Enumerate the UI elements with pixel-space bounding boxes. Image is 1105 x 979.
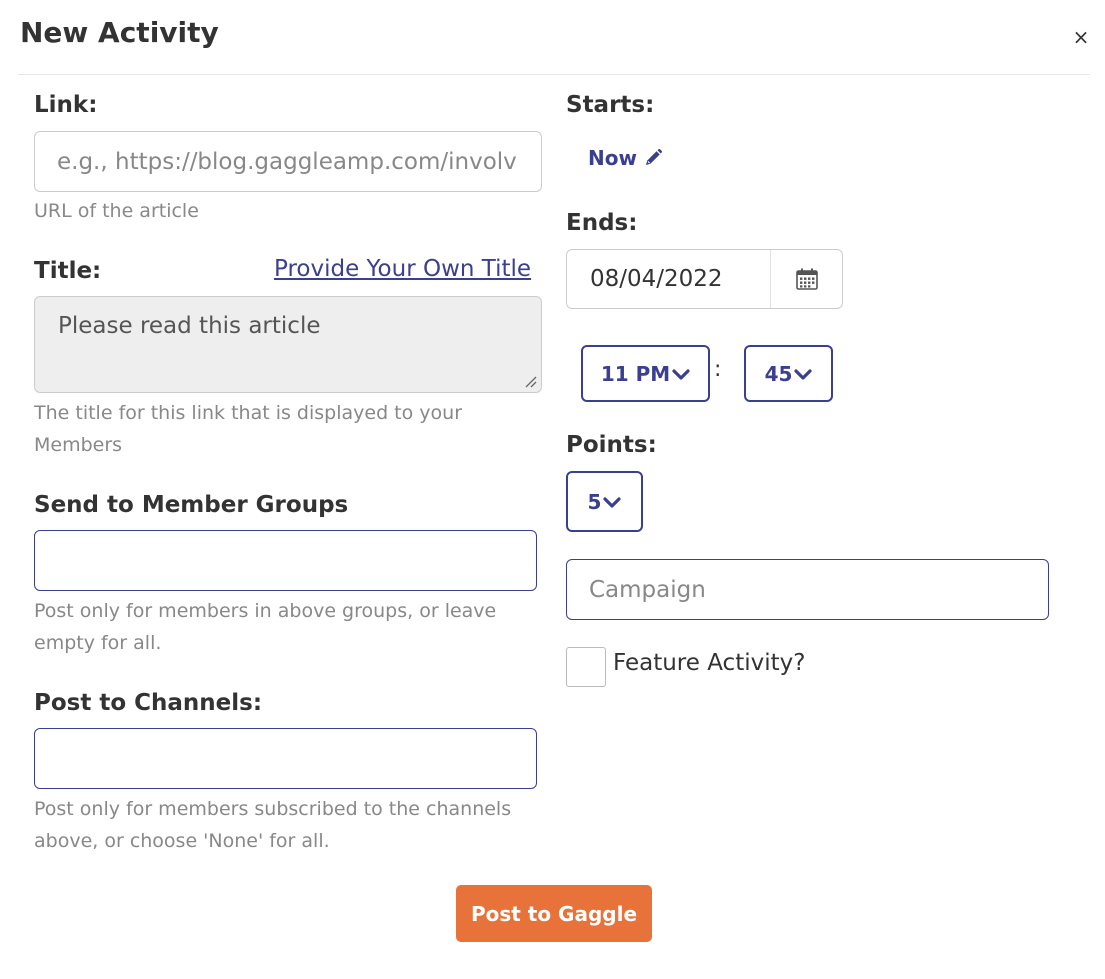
resize-grip-icon[interactable] bbox=[523, 374, 537, 388]
campaign-input[interactable] bbox=[566, 559, 1049, 620]
channels-help-text: Post only for members subscribed to the … bbox=[34, 798, 512, 852]
provide-own-title-link[interactable]: Provide Your Own Title bbox=[274, 256, 531, 282]
feature-activity-checkbox[interactable] bbox=[566, 647, 606, 687]
end-hour-value: 11 PM bbox=[600, 361, 671, 386]
points-label: Points: bbox=[566, 432, 657, 458]
title-textarea[interactable]: Please read this article bbox=[34, 296, 542, 393]
chevron-down-icon bbox=[672, 368, 690, 380]
title-label: Title: bbox=[34, 258, 102, 284]
end-date-picker: 08/04/2022 bbox=[566, 249, 843, 309]
end-minute-select[interactable]: 45 bbox=[744, 345, 833, 402]
chevron-down-icon bbox=[603, 496, 622, 508]
chevron-down-icon bbox=[794, 368, 813, 380]
channels-label: Post to Channels: bbox=[34, 690, 263, 716]
close-icon[interactable]: × bbox=[1068, 24, 1094, 50]
link-label: Link: bbox=[34, 92, 98, 118]
end-hour-select[interactable]: 11 PM bbox=[581, 345, 710, 402]
starts-value: Now bbox=[588, 146, 637, 170]
title-help-text: The title for this link that is displaye… bbox=[34, 402, 463, 456]
modal-title: New Activity bbox=[20, 16, 219, 49]
starts-now-link[interactable]: Now bbox=[588, 146, 663, 170]
end-date-input[interactable]: 08/04/2022 bbox=[567, 250, 771, 308]
channels-input[interactable] bbox=[34, 728, 537, 789]
member-groups-help-text: Post only for members in above groups, o… bbox=[34, 600, 497, 654]
pencil-icon bbox=[645, 148, 663, 165]
member-groups-input[interactable] bbox=[34, 530, 537, 591]
points-value: 5 bbox=[587, 489, 602, 514]
points-select[interactable]: 5 bbox=[566, 471, 643, 532]
title-value: Please read this article bbox=[58, 313, 321, 339]
ends-label: Ends: bbox=[566, 210, 638, 236]
post-to-gaggle-button[interactable]: Post to Gaggle bbox=[456, 885, 652, 942]
time-separator: : bbox=[714, 357, 722, 382]
link-help-text: URL of the article bbox=[34, 200, 199, 222]
header-divider bbox=[18, 74, 1090, 75]
starts-label: Starts: bbox=[566, 92, 655, 118]
feature-activity-label: Feature Activity? bbox=[613, 650, 806, 676]
end-minute-value: 45 bbox=[764, 361, 793, 386]
member-groups-label: Send to Member Groups bbox=[34, 492, 349, 518]
calendar-button[interactable] bbox=[771, 250, 842, 308]
link-input[interactable] bbox=[34, 131, 542, 192]
calendar-icon bbox=[795, 268, 818, 290]
